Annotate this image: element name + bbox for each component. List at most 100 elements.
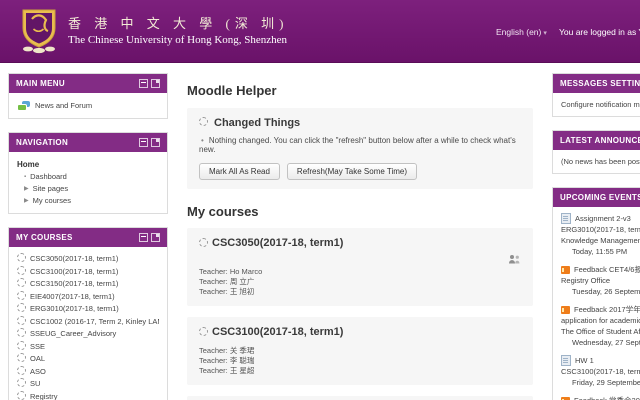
navigation-title: NAVIGATION — [16, 138, 68, 147]
sidebar-course-link[interactable]: Registry — [17, 391, 159, 400]
left-sidebar: MAIN MENU News and Forum NAVIGATION Home — [8, 73, 168, 400]
teacher-label: Teacher: 周 立广 — [199, 277, 521, 287]
upcoming-events-title: UPCOMING EVENTS — [560, 193, 640, 202]
assignment-icon — [561, 355, 571, 366]
main-content: Moodle Helper Changed Things •Nothing ch… — [187, 73, 533, 400]
event-link[interactable]: Assignment 2-v3 — [561, 213, 640, 224]
chevron-down-icon: ▾ — [543, 30, 547, 37]
main-menu-header: MAIN MENU — [9, 74, 167, 93]
upcoming-events-header: UPCOMING EVENTS — [553, 188, 640, 207]
main-menu-block: MAIN MENU News and Forum — [8, 73, 168, 119]
event-course: CSC3100(2017-18, term1) — [561, 366, 640, 377]
sidebar-course-link[interactable]: CSC3150(2017-18, term1) — [17, 278, 159, 291]
chevron-right-icon: ▶ — [24, 198, 29, 204]
event-title-wrap: application for academic year — [561, 315, 640, 326]
course-icon — [17, 266, 26, 275]
sidebar-course-link[interactable]: ASO — [17, 366, 159, 379]
mark-all-as-read-button[interactable]: Mark All As Read — [199, 163, 280, 180]
teacher-label: Teacher: Ho Marco — [199, 267, 521, 277]
course-link[interactable]: CSC3050(2017-18, term1) — [199, 237, 521, 249]
event-link[interactable]: HW 1 — [561, 355, 640, 366]
course-icon — [17, 328, 26, 337]
sidebar-course-link[interactable]: SU — [17, 378, 159, 391]
page-title: Moodle Helper — [187, 83, 533, 98]
bullet-icon: ▪ — [24, 174, 26, 180]
event-link[interactable]: Feedback CET4/6报名表 — [561, 264, 640, 275]
event-course: Registry Office — [561, 275, 640, 286]
event-course: Knowledge Management — [561, 235, 640, 246]
sidebar-course-link[interactable]: EIE4007(2017-18, term1) — [17, 291, 159, 304]
dock-block-icon[interactable] — [151, 233, 160, 242]
refresh-button[interactable]: Refresh(May Take Some Time) — [287, 163, 417, 180]
teacher-label: Teacher: 李 聪瑞 — [199, 356, 521, 366]
teacher-label: Teacher: 关 季珺 — [199, 346, 521, 356]
sidebar-item-site-pages[interactable]: ▶Site pages — [17, 183, 159, 195]
sidebar-course-link[interactable]: SSE — [17, 341, 159, 354]
changed-things-message: •Nothing changed. You can click the "ref… — [199, 136, 521, 154]
messages-settings-header: MESSAGES SETTINGS — [553, 74, 640, 93]
forum-icon — [17, 101, 30, 111]
course-icon — [17, 353, 26, 362]
course-icon — [17, 391, 26, 400]
feedback-icon — [561, 306, 570, 314]
sidebar-course-link[interactable]: OAL — [17, 353, 159, 366]
messages-settings-title: MESSAGES SETTINGS — [560, 79, 640, 88]
latest-announcements-title: LATEST ANNOUNCEMENTS — [560, 136, 640, 145]
event-date: Wednesday, 27 September — [561, 337, 640, 348]
university-title-english: The Chinese University of Hong Kong, She… — [68, 34, 287, 46]
event-link[interactable]: Feedback 2017学年度第一学期 — [561, 304, 640, 315]
university-crest-icon — [18, 7, 60, 59]
dock-block-icon[interactable] — [151, 79, 160, 88]
event-item: Feedback 2017学年度第一学期 application for aca… — [561, 304, 640, 348]
my-courses-title: MY COURSES — [16, 233, 73, 242]
collapse-block-icon[interactable] — [139, 138, 148, 147]
helper-icon — [199, 117, 208, 126]
sidebar-item-home[interactable]: Home — [17, 158, 159, 171]
navigation-header: NAVIGATION — [9, 133, 167, 152]
upcoming-events-block: UPCOMING EVENTS Assignment 2-v3 ERG3010(… — [552, 187, 640, 400]
sidebar-course-link[interactable]: ERG3010(2017-18, term1) — [17, 303, 159, 316]
messages-settings-link[interactable]: Configure notification methods for incom… — [561, 99, 640, 110]
event-link[interactable]: Feedback 常委会2017年9月 — [561, 395, 640, 400]
university-title-chinese: 香 港 中 文 大 學 (深 圳) — [68, 13, 288, 32]
course-card: CSC3150(2017-18, term1) Teacher: 黄 铠 — [187, 396, 533, 400]
sidebar-item-news-and-forum[interactable]: News and Forum — [17, 99, 159, 112]
messages-settings-block: MESSAGES SETTINGS Configure notification… — [552, 73, 640, 117]
login-status-link[interactable]: You are logged in as Y — [559, 27, 640, 37]
event-course: ERG3010(2017-18, term1) — [561, 224, 640, 235]
sidebar-course-link[interactable]: CSC1002 (2016-17, Term 2, Kinley LAM) — [17, 316, 159, 329]
event-item: Feedback 常委会2017年9月 Questionaire for Sep… — [561, 395, 640, 400]
changed-things-panel: Changed Things •Nothing changed. You can… — [187, 108, 533, 189]
enrolled-users-icon — [508, 252, 521, 269]
event-date: Today, 11:55 PM — [561, 246, 640, 257]
bullet-icon: • — [201, 136, 204, 145]
no-news-message: (No news has been posted yet) — [561, 156, 640, 167]
site-header: 香 港 中 文 大 學 (深 圳) The Chinese University… — [0, 0, 640, 63]
sidebar-item-dashboard[interactable]: ▪Dashboard — [17, 171, 159, 183]
sidebar-item-my-courses[interactable]: ▶My courses — [17, 195, 159, 207]
course-icon — [17, 316, 26, 325]
latest-announcements-block: LATEST ANNOUNCEMENTS (No news has been p… — [552, 130, 640, 174]
course-icon — [17, 291, 26, 300]
my-courses-heading: My courses — [187, 204, 533, 219]
chevron-right-icon: ▶ — [24, 186, 29, 192]
assignment-icon — [561, 213, 571, 224]
event-course: The Office of Student Affairs — [561, 326, 640, 337]
event-item: Feedback CET4/6报名表 Registry Office Tuesd… — [561, 264, 640, 297]
event-item: HW 1 CSC3100(2017-18, term1) Friday, 29 … — [561, 355, 640, 388]
latest-announcements-header: LATEST ANNOUNCEMENTS — [553, 131, 640, 150]
collapse-block-icon[interactable] — [139, 233, 148, 242]
sidebar-course-link[interactable]: CSC3050(2017-18, term1) — [17, 253, 159, 266]
course-icon — [199, 327, 208, 336]
course-icon — [17, 378, 26, 387]
sidebar-course-link[interactable]: CSC3100(2017-18, term1) — [17, 266, 159, 279]
teacher-label: Teacher: 王 星超 — [199, 366, 521, 376]
sidebar-course-link[interactable]: SSEUG_Career_Advisory — [17, 328, 159, 341]
dock-block-icon[interactable] — [151, 138, 160, 147]
collapse-block-icon[interactable] — [139, 79, 148, 88]
event-date: Friday, 29 September, — [561, 377, 640, 388]
language-selector[interactable]: English (en)▾ — [496, 27, 547, 37]
my-courses-block: MY COURSES CSC3050(2017-18, term1) CSC31… — [8, 227, 168, 400]
course-link[interactable]: CSC3100(2017-18, term1) — [199, 326, 521, 338]
course-icon — [17, 303, 26, 312]
